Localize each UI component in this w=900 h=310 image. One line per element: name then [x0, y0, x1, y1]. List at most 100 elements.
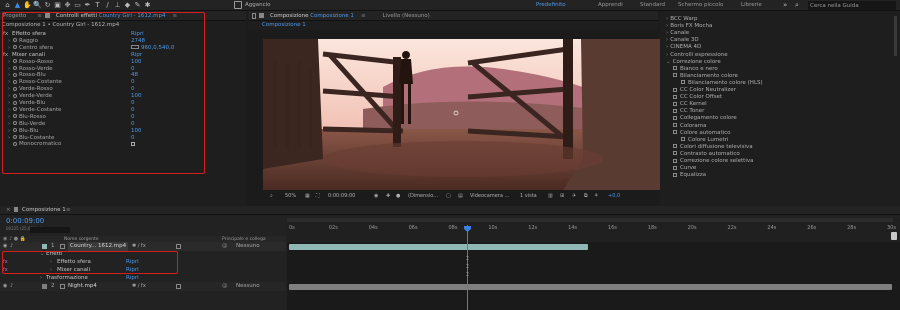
effect-item[interactable]: CC Color Neutralizer [673, 87, 736, 94]
effect-item-label: Bilanciamento colore (HLS) [688, 79, 763, 86]
comp-menu-icon[interactable]: ≡ [361, 13, 366, 19]
clone-stamp-tool-icon[interactable]: ⊥ [113, 1, 122, 10]
composition-viewer-frame[interactable] [263, 39, 660, 190]
chevron-right-icon: › [666, 16, 669, 22]
roi-icon[interactable]: ▢ [446, 193, 451, 199]
layer-2-duration-bar[interactable] [289, 284, 892, 290]
effect-category[interactable]: › CINEMA 4D [666, 44, 701, 51]
hand-tool-icon[interactable]: ✋ [23, 1, 32, 10]
workspace-schermo-piccolo[interactable]: Schermo piccolo [678, 2, 723, 8]
motion-blur-switch[interactable] [176, 284, 181, 289]
pickwhip-icon[interactable]: @ [222, 282, 228, 291]
views-dropdown[interactable]: 1 vista [520, 193, 537, 199]
effect-preset-icon [673, 108, 677, 113]
rectangle-tool-icon[interactable]: ▭ [73, 1, 82, 10]
tab-timeline-comp[interactable]: Composizione 1 [22, 207, 66, 213]
effects-scrollbar[interactable] [894, 16, 897, 56]
help-search-field[interactable]: Cerca nella Guida [808, 1, 896, 10]
motion-blur-switch[interactable] [176, 244, 181, 249]
layer-name[interactable]: Night.mp4 [68, 282, 97, 291]
show-snapshot-icon[interactable]: ✚ [386, 193, 390, 199]
effect-category[interactable]: › Canale [666, 30, 689, 37]
workspace-predefinito[interactable]: Predefinito [536, 2, 566, 8]
effect-item[interactable]: Bilanciamento colore (HLS) [681, 80, 763, 87]
fast-preview-icon[interactable]: ✈ [572, 193, 576, 199]
flowchart-icon[interactable]: ⚘ [594, 193, 598, 199]
magnify-icon[interactable]: ⌕ [270, 193, 273, 199]
layer-1-duration-bar[interactable] [289, 244, 588, 250]
effect-item[interactable]: CC Color Offset [673, 94, 722, 101]
grid-icon[interactable]: ▦ [305, 193, 310, 199]
layer-viewer-tab[interactable]: Livello (Nessuno) [380, 13, 433, 19]
label-color-swatch[interactable] [42, 244, 47, 249]
pen-tool-icon[interactable]: ✒ [83, 1, 92, 10]
layer-index: 2 [51, 283, 55, 289]
workspace-apprendi[interactable]: Apprendi [598, 2, 623, 8]
selection-tool-icon[interactable]: ▲ [13, 1, 22, 10]
puppet-tool-icon[interactable]: ✱ [143, 1, 152, 10]
highlight-effect-controls [2, 12, 205, 174]
effect-item[interactable]: Contrasto automatico [673, 151, 740, 158]
effect-item[interactable]: Bianco e nero [673, 66, 718, 73]
label-color-swatch[interactable] [42, 284, 47, 289]
comp-breadcrumb[interactable]: Composizione 1 [262, 22, 306, 28]
effect-category[interactable]: › Canale 3D [666, 37, 699, 44]
effect-item[interactable]: Bilanciamento colore [673, 73, 738, 80]
camera-dropdown[interactable]: Videocamera ... [470, 193, 509, 199]
snapshot-icon[interactable]: ◉ [374, 193, 378, 199]
effect-item[interactable]: CC Toner [673, 108, 704, 115]
layer-switches-icon[interactable]: ✱ ∕ fx [132, 282, 146, 291]
transparency-grid-icon[interactable]: ▤ [458, 193, 463, 199]
effect-item[interactable]: Curve [673, 165, 696, 172]
fullscreen-icon[interactable]: ⛶ [316, 193, 320, 199]
effect-item[interactable]: Colori diffusione televisiva [673, 144, 753, 151]
workspace-standard[interactable]: Standard [640, 2, 665, 8]
effect-category-expanded[interactable]: ⌄ Correzione colore [666, 59, 721, 66]
timeline-search-field[interactable] [30, 227, 70, 233]
resolution-dropdown[interactable]: (Dimensio... [408, 193, 438, 199]
timeline-current-time[interactable]: 0:00:09:00 [6, 217, 44, 225]
timeline-close-icon[interactable]: × [6, 207, 11, 213]
timeline-link-icon[interactable]: ⧉ [584, 193, 588, 199]
parent-dropdown[interactable]: Nessuno [236, 282, 260, 291]
effect-item[interactable]: Colore automatico [673, 130, 731, 137]
type-tool-icon[interactable]: T [93, 1, 102, 10]
comp-tab-close-icon[interactable] [252, 12, 256, 19]
workspace-librerie[interactable]: Librerie [741, 2, 762, 8]
visibility-eye-icon[interactable]: ◉ [3, 282, 7, 291]
toggle-pixel-icon[interactable]: ⊞ [560, 193, 564, 199]
snapping-checkbox[interactable] [234, 1, 242, 9]
effect-category[interactable]: › Controlli espressione [666, 52, 728, 59]
more-workspaces-icon[interactable]: » [783, 1, 787, 9]
audio-icon[interactable]: ♪ [10, 282, 13, 291]
eraser-tool-icon[interactable]: ◆ [123, 1, 132, 10]
effect-item[interactable]: Equalizza [673, 172, 706, 179]
effect-category[interactable]: › BCC Warp [666, 16, 698, 23]
effect-item[interactable]: Correzione colore selettiva [673, 158, 753, 165]
rotate-tool-icon[interactable]: ↻ [43, 1, 52, 10]
effect-item[interactable]: Collegamento colore [673, 115, 737, 122]
comp-lock-icon[interactable] [259, 13, 264, 18]
roto-brush-tool-icon[interactable]: ✎ [133, 1, 142, 10]
home-icon[interactable]: ⌂ [3, 1, 12, 10]
timeline-end-marker[interactable] [891, 232, 897, 240]
layer-row-2[interactable]: ◉ ♪ 2 Night.mp4 ✱ ∕ fx @ Nessuno [0, 282, 286, 291]
effect-preset-icon [673, 130, 677, 135]
effect-category[interactable]: › Boris FX Mocha [666, 23, 712, 30]
effect-item[interactable]: Colore Lumetri [681, 137, 729, 144]
effect-item[interactable]: CC Kernel [673, 101, 707, 108]
tab-composition[interactable]: Composizione Composizione 1 [267, 13, 357, 19]
color-channel-icon[interactable]: ● [396, 193, 400, 199]
camera-tool-icon[interactable]: ▣ [53, 1, 62, 10]
zoom-tool-icon[interactable]: 🔍 [33, 1, 42, 10]
zoom-dropdown[interactable]: 50% [285, 193, 296, 199]
exposure-value[interactable]: +0,0 [608, 193, 620, 199]
effect-item[interactable]: Colorama [673, 123, 706, 130]
work-area-bar[interactable] [287, 218, 893, 222]
view-options-icon[interactable]: ▥ [548, 193, 553, 199]
brush-tool-icon[interactable]: / [103, 1, 112, 10]
pan-behind-tool-icon[interactable]: ✥ [63, 1, 72, 10]
timeline-lock-icon[interactable] [14, 207, 18, 212]
timeline-menu-icon[interactable]: ≡ [66, 207, 71, 213]
footer-timecode[interactable]: 0:00:09:00 [328, 193, 355, 199]
